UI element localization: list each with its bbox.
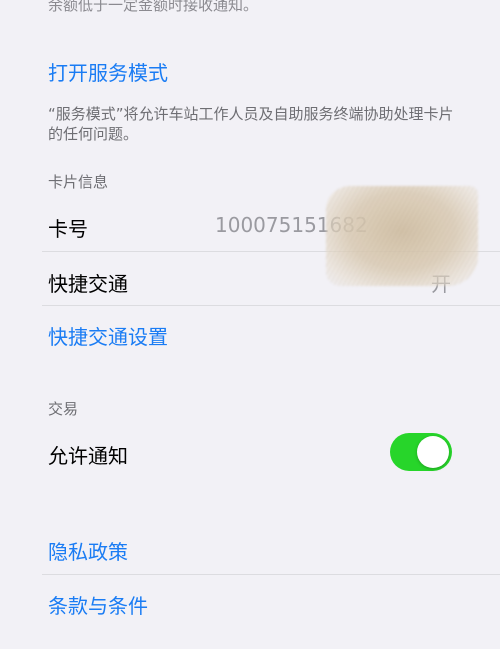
allow-notifications-toggle[interactable] [390,433,452,471]
divider [42,305,500,306]
divider [42,574,500,575]
service-mode-description: “服务模式”将允许车站工作人员及自助服务终端协助处理卡片的任何问题。 [48,105,454,143]
express-transit-settings-link[interactable]: 快捷交通设置 [48,321,168,350]
privacy-policy-link[interactable]: 隐私政策 [48,536,128,565]
transactions-section-header: 交易 [48,400,79,418]
card-number-label: 卡号 [48,217,88,241]
allow-notifications-label: 允许通知 [48,444,128,468]
toggle-knob [417,436,449,468]
balance-notification-text: 余额低于一定金额时接收通知。 [48,0,259,14]
express-transit-label: 快捷交通 [48,272,128,296]
card-number-value: 100075151682 [215,213,368,237]
open-service-mode-link[interactable]: 打开服务模式 [48,57,168,86]
card-info-section-header: 卡片信息 [48,173,109,191]
express-transit-status[interactable]: 开 [431,268,451,297]
terms-and-conditions-link[interactable]: 条款与条件 [48,590,148,619]
divider [42,251,500,252]
